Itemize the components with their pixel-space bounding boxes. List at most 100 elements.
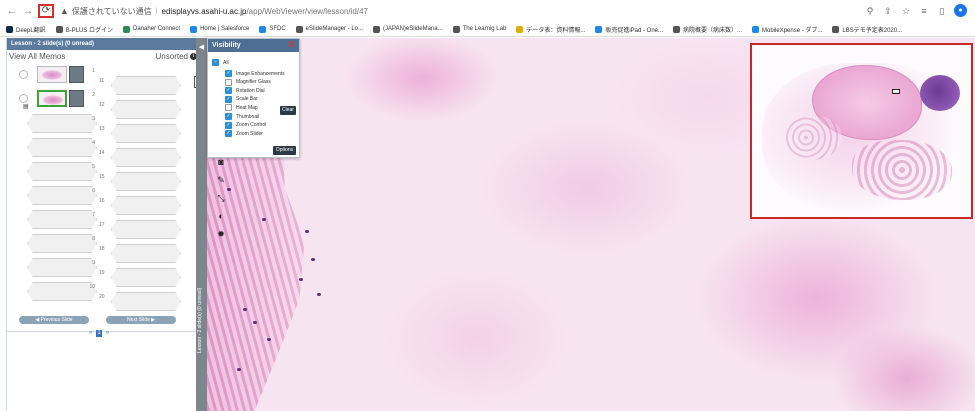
settings-icon[interactable]: ✹ <box>215 228 227 240</box>
bookmark-item[interactable]: LBSデモ予定表2020... <box>832 25 902 34</box>
visibility-option-label: Zoom Slider <box>236 130 263 137</box>
slot-number: 3 <box>92 116 95 122</box>
overview-thumbnail[interactable] <box>750 43 973 219</box>
checkbox-checked-icon[interactable]: ✓ <box>225 87 232 95</box>
visibility-option[interactable]: Magnifier Glass <box>225 78 271 86</box>
drag-handle-icon[interactable]: ▤ <box>23 103 29 110</box>
slide-slot[interactable]: 18 <box>99 244 181 263</box>
url-host[interactable]: edisplayvs.asahi-u.ac.jp <box>162 7 247 16</box>
slide-select-radio[interactable] <box>19 70 28 79</box>
checkbox-checked-icon[interactable]: ✓ <box>225 70 232 77</box>
zoom-icon[interactable]: ⚲ <box>864 5 876 17</box>
slide-slot[interactable]: 5 <box>15 162 97 181</box>
share-icon[interactable]: ⇪ <box>882 5 894 17</box>
bookmark-label: eSlideManager - Lo... <box>305 26 364 32</box>
visibility-option[interactable]: ✓ Image Enhancements <box>225 70 285 77</box>
slide-slot[interactable]: 11 <box>99 76 181 95</box>
checkbox-checked-icon[interactable]: ✓ <box>225 121 232 129</box>
slide-slot[interactable]: 15 <box>99 172 181 191</box>
slide-slot[interactable]: 4 <box>15 138 97 157</box>
checkbox-checked-icon[interactable]: ✓ <box>225 130 232 138</box>
bookmark-item[interactable]: 販売促進iPad - One... <box>595 25 663 34</box>
bookmark-favicon-icon <box>452 25 460 33</box>
profile-avatar[interactable]: ● <box>954 4 967 17</box>
slide-label-image <box>69 66 84 83</box>
bookmark-item[interactable]: 病院概要（病床数）... <box>673 25 742 34</box>
contrast-icon[interactable]: ◐ <box>215 210 227 222</box>
bookmark-item[interactable]: Home | Salesforce <box>190 25 249 33</box>
slide-slot[interactable]: 3 <box>15 114 97 133</box>
slide-slot[interactable]: ▤ 2 <box>15 90 95 110</box>
bookmark-item[interactable]: SFDC <box>259 25 286 33</box>
slide-slot[interactable]: 19 <box>99 268 181 287</box>
forward-icon[interactable]: → <box>22 5 34 17</box>
visibility-option[interactable]: ✓ Zoom Control <box>225 121 266 129</box>
slide-slot[interactable]: 1 <box>15 66 95 85</box>
slide-slot[interactable]: 13 <box>99 124 181 143</box>
page-next-link[interactable]: » <box>106 330 109 336</box>
visibility-option[interactable]: ✓ Rotation Dial <box>225 87 265 95</box>
collapse-panel-icon[interactable]: ◀ <box>196 42 207 54</box>
bookmark-item[interactable]: (JAPAN)eSlideMana... <box>373 25 443 33</box>
slide-slot[interactable]: 6 <box>15 186 97 205</box>
slide-slot[interactable]: 16 <box>99 196 181 215</box>
visibility-option-label: Heat Map <box>236 104 258 111</box>
visibility-option[interactable]: ✓ Zoom Slider <box>225 130 263 138</box>
slide-slot[interactable]: 10 <box>15 282 97 301</box>
slide-slot[interactable]: 9 <box>15 258 97 277</box>
address-separator: | <box>155 7 158 15</box>
view-all-memos-link[interactable]: View All Memos <box>9 52 65 61</box>
slide-thumbnail[interactable] <box>37 90 67 107</box>
visibility-option[interactable]: ✓ Scale Bar <box>225 95 258 103</box>
reload-button[interactable]: ⟳ <box>38 4 54 18</box>
overview-viewport-marker[interactable] <box>892 89 900 94</box>
bookmark-label: 販売促進iPad - One... <box>605 27 664 34</box>
bookmark-item[interactable]: MobileXpense - ダブ... <box>752 25 822 34</box>
url-path[interactable]: /app/WebViewer/view/lesson/id/47 <box>246 7 368 16</box>
checkbox-unchecked-icon[interactable] <box>225 78 232 86</box>
slide-slot[interactable]: 8 <box>15 234 97 253</box>
visibility-option[interactable]: Heat Map <box>225 104 258 112</box>
slot-number: 11 <box>99 78 105 84</box>
slide-slot[interactable]: 12 <box>99 100 181 119</box>
reading-list-icon[interactable]: ≡ <box>918 5 930 17</box>
ruler-icon[interactable]: ⤡ <box>215 192 227 204</box>
page-prev-link[interactable]: « <box>89 330 92 336</box>
bookmark-item[interactable]: データ表：資料情報... <box>516 25 585 34</box>
visibility-option[interactable]: ✓ Thumbnail <box>225 113 259 120</box>
slide-slot[interactable]: 7 <box>15 210 97 229</box>
bookmark-item[interactable]: B-PLUS ログイン <box>55 25 113 34</box>
back-icon[interactable]: ← <box>6 5 18 17</box>
slide-slot[interactable]: 20 <box>99 292 181 311</box>
unsorted-filter[interactable]: Unsorted i <box>156 52 197 61</box>
visibility-all-row[interactable]: − All <box>212 59 229 66</box>
bookmark-item[interactable]: Danaher Connect <box>123 25 180 33</box>
side-panel-icon[interactable]: ▯ <box>936 5 948 17</box>
visibility-title: Visibility <box>208 39 299 52</box>
checkbox-unchecked-icon[interactable] <box>225 104 232 112</box>
close-icon[interactable]: ✕ <box>287 39 296 52</box>
all-checkbox-icon[interactable]: − <box>212 59 219 66</box>
slide-thumbnail[interactable] <box>37 66 67 83</box>
page-current[interactable]: 1 <box>96 330 103 337</box>
bookmark-item[interactable]: DeepL翻訳 <box>6 25 46 34</box>
next-slide-button[interactable]: Next Slide ▶ <box>106 316 176 324</box>
pencil-icon[interactable]: ✎ <box>215 174 227 186</box>
lesson-header[interactable]: Lesson - 2 slide(s) (0 unread) <box>7 38 201 50</box>
checkbox-checked-icon[interactable]: ✓ <box>225 95 232 103</box>
previous-slide-button[interactable]: ◀ Previous Slide <box>19 316 89 324</box>
clear-button[interactable]: Clear <box>280 106 296 115</box>
security-label[interactable]: 保護されていない通信 <box>72 6 152 17</box>
bookmark-item[interactable]: The Learnig Lab <box>452 25 506 33</box>
star-icon[interactable]: ☆ <box>900 5 912 17</box>
slide-select-radio[interactable] <box>19 94 28 103</box>
slot-number: 9 <box>92 260 95 266</box>
slide-slot[interactable]: 17 <box>99 220 181 239</box>
slide-slot[interactable]: 14 <box>99 148 181 167</box>
options-button[interactable]: Options <box>273 146 296 155</box>
visibility-option-label: Thumbnail <box>236 113 260 120</box>
bookmark-item[interactable]: eSlideManager - Lo... <box>295 25 364 33</box>
slot-number: 14 <box>99 150 105 156</box>
checkbox-checked-icon[interactable]: ✓ <box>225 113 232 120</box>
warning-icon[interactable]: ▲ <box>60 6 69 16</box>
